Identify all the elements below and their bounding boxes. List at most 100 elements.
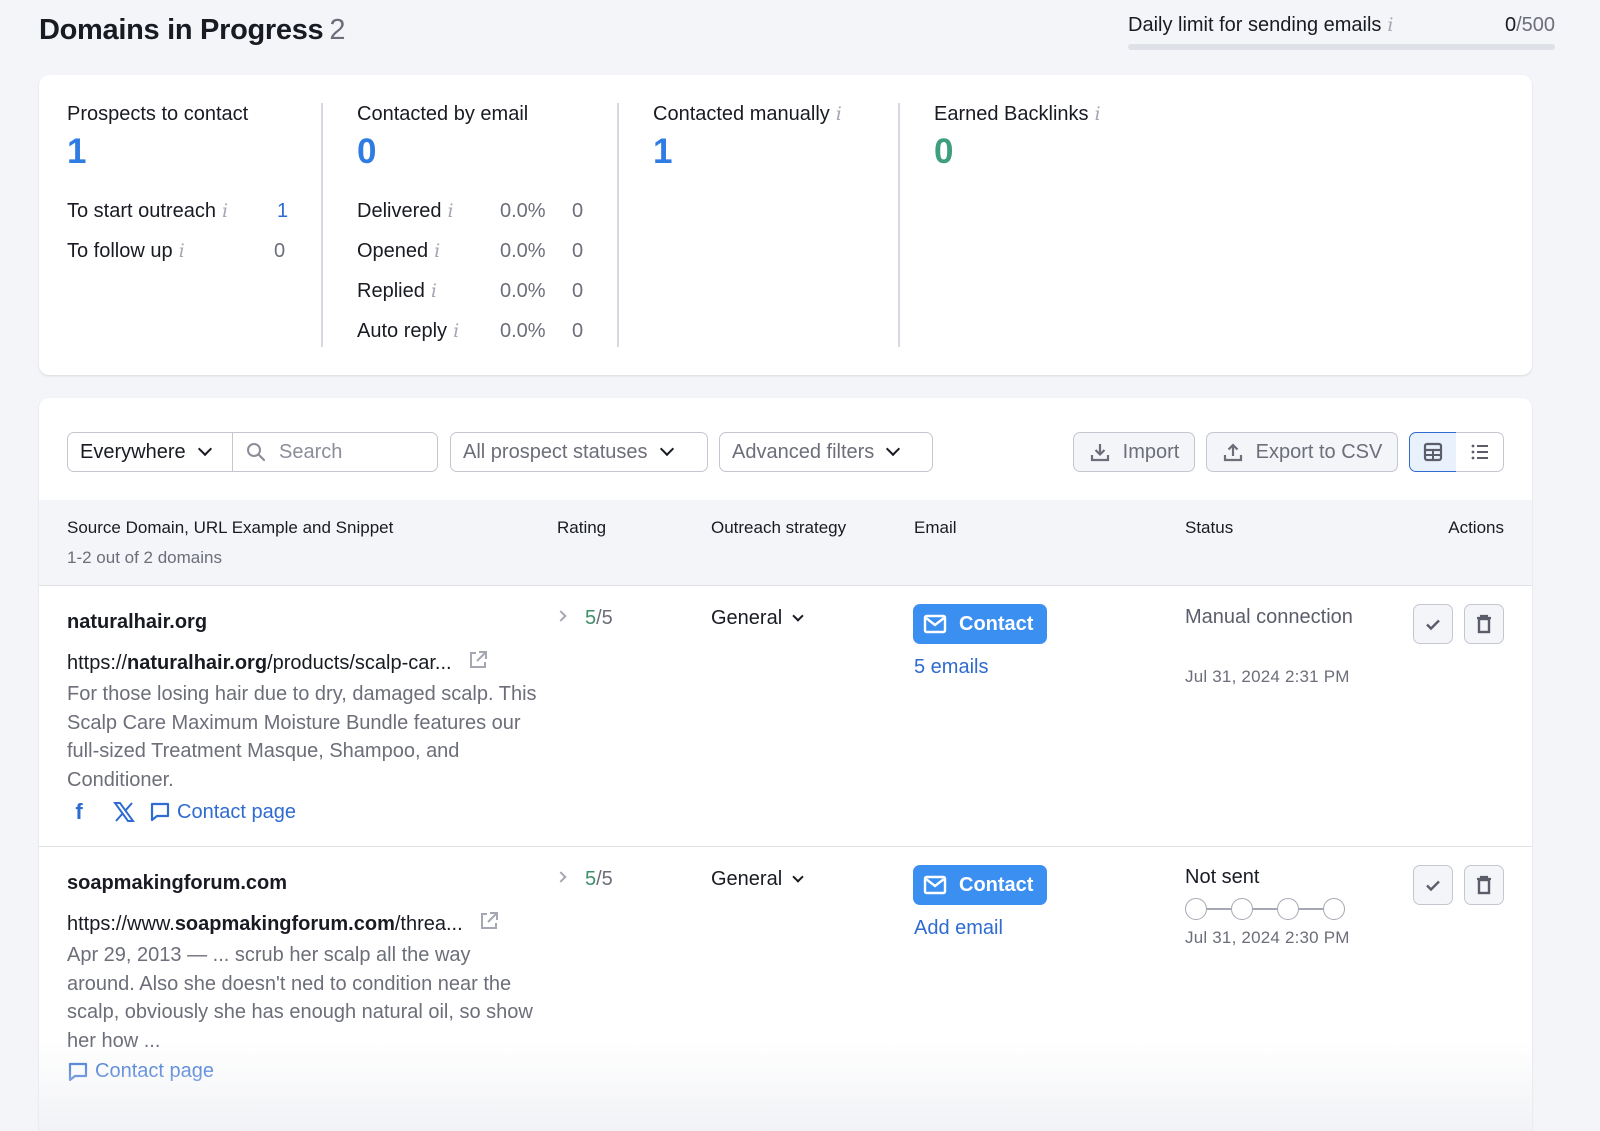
export-csv-button[interactable]: Export to CSV <box>1206 432 1398 472</box>
social-links: f Contact page <box>67 799 296 825</box>
step-connector <box>1207 908 1231 910</box>
chat-bubble-icon <box>150 802 170 822</box>
rating[interactable]: 5/5 <box>555 868 613 891</box>
info-icon[interactable]: i <box>453 311 459 351</box>
add-email-link[interactable]: Add email <box>914 917 1003 940</box>
contact-button[interactable]: Contact <box>913 865 1047 905</box>
external-link-icon[interactable] <box>467 649 489 671</box>
check-icon <box>1426 880 1440 892</box>
top-bar: Domains in Progress 2 Daily limit for sen… <box>39 14 1555 54</box>
snippet: Apr 29, 2013 — ... scrub her scalp all t… <box>67 944 533 1052</box>
strategy-select[interactable]: General <box>711 607 804 630</box>
stat-by-email: Contacted by email 0 Delivered i 0.0% 0 Ope… <box>321 103 601 347</box>
stat-row-follow-up: To follow up i 0 <box>67 231 307 271</box>
daily-limit-label: Daily limit for sending emails <box>1128 14 1382 36</box>
mark-done-button[interactable] <box>1413 604 1453 644</box>
trash-icon <box>1477 875 1491 895</box>
facebook-icon[interactable]: f <box>67 799 91 825</box>
stat-row-auto-reply: Auto reply i 0.0% 0 <box>357 311 601 351</box>
domain-name: naturalhair.org <box>67 611 208 633</box>
url-example[interactable]: https://www.soapmakingforum.com/threa... <box>67 910 500 936</box>
stat-value[interactable]: 1 <box>67 134 307 169</box>
import-button[interactable]: Import <box>1073 432 1195 472</box>
daily-limit-value: 0/500 <box>1504 14 1555 36</box>
search-icon <box>247 443 266 462</box>
social-links: Contact page <box>67 1060 214 1083</box>
status-filter-select[interactable]: All prospect statuses <box>450 432 708 472</box>
scope-select[interactable]: Everywhere <box>67 432 233 472</box>
step-dot <box>1323 898 1345 920</box>
stat-title: Earned Backlinks i <box>934 103 1101 125</box>
mark-done-button[interactable] <box>1413 865 1453 905</box>
step-dot <box>1277 898 1299 920</box>
page-title: Domains in Progress 2 <box>39 14 346 46</box>
external-link-icon[interactable] <box>478 910 500 932</box>
info-icon[interactable]: i <box>836 103 842 125</box>
column-email[interactable]: Email <box>914 518 957 538</box>
download-icon <box>1090 444 1109 462</box>
search-input[interactable]: Search <box>232 432 438 472</box>
search-placeholder: Search <box>279 440 343 463</box>
info-icon[interactable]: i <box>179 231 185 271</box>
domains-count: 2 <box>329 14 346 46</box>
x-twitter-icon[interactable] <box>113 802 135 822</box>
upload-icon <box>1223 443 1242 462</box>
info-icon[interactable]: i <box>447 191 453 231</box>
stat-value: 0 <box>934 132 954 171</box>
emails-link[interactable]: 5 emails <box>914 656 988 679</box>
table-row: naturalhair.org https://naturalhair.org/… <box>39 587 1532 847</box>
stat-prospects: Prospects to contact 1 To start outreach… <box>67 103 307 271</box>
chevron-down-icon <box>659 441 674 457</box>
stat-row-delivered: Delivered i 0.0% 0 <box>357 191 601 231</box>
rating[interactable]: 5/5 <box>555 607 613 630</box>
table-row: soapmakingforum.com https://www.soapmaki… <box>39 848 1532 1131</box>
domains-range: 1-2 out of 2 domains <box>67 548 222 567</box>
contact-button[interactable]: Contact <box>913 604 1047 644</box>
step-connector <box>1253 908 1277 910</box>
contact-page-link[interactable]: Contact page <box>95 1060 214 1083</box>
column-rating[interactable]: Rating <box>557 518 606 538</box>
info-icon[interactable]: i <box>222 191 228 231</box>
stat-backlinks: Earned Backlinks i 0 <box>898 103 1198 347</box>
column-status[interactable]: Status <box>1185 518 1233 538</box>
stat-title: Prospects to contact <box>67 103 249 125</box>
domain-name: soapmakingforum.com <box>67 872 288 894</box>
sequence-steps <box>1185 898 1345 920</box>
chevron-down-icon <box>792 871 804 883</box>
advanced-filters-button[interactable]: Advanced filters <box>719 432 933 472</box>
chat-bubble-icon <box>68 1062 88 1081</box>
contact-page-link[interactable]: Contact page <box>177 801 296 824</box>
chevron-right-icon <box>555 610 567 622</box>
info-icon[interactable]: i <box>1387 14 1393 36</box>
step-connector <box>1299 908 1323 910</box>
info-icon[interactable]: i <box>431 271 437 311</box>
chevron-down-icon <box>886 441 901 457</box>
stat-row-start-outreach: To start outreach i 1 <box>67 191 307 231</box>
snippet: For those losing hair due to dry, damage… <box>67 683 537 791</box>
column-source[interactable]: Source Domain, URL Example and Snippet <box>67 518 393 538</box>
table-view-toggle[interactable] <box>1409 432 1457 472</box>
stats-card: Prospects to contact 1 To start outreach… <box>39 75 1532 375</box>
info-icon[interactable]: i <box>1095 103 1101 125</box>
stat-value[interactable]: 1 <box>653 134 897 169</box>
domains-table-card: Everywhere Search All prospect statuses … <box>39 398 1532 1131</box>
url-example[interactable]: https://naturalhair.org/products/scalp-c… <box>67 649 489 675</box>
daily-limit: Daily limit for sending emails i 0/500 <box>1128 14 1555 50</box>
table-icon <box>1423 442 1443 462</box>
step-dot <box>1185 898 1207 920</box>
strategy-select[interactable]: General <box>711 868 804 891</box>
status-date: Jul 31, 2024 2:31 PM <box>1185 667 1350 686</box>
delete-button[interactable] <box>1464 865 1504 905</box>
table-header: Source Domain, URL Example and Snippet 1… <box>39 500 1532 586</box>
stat-row-replied: Replied i 0.0% 0 <box>357 271 601 311</box>
mail-icon <box>923 614 947 634</box>
stat-title: Contacted manually i <box>653 103 842 125</box>
stat-title: Contacted by email <box>357 103 529 125</box>
status-text: Not sent <box>1185 866 1260 888</box>
info-icon[interactable]: i <box>434 231 440 271</box>
list-view-toggle[interactable] <box>1456 432 1504 472</box>
delete-button[interactable] <box>1464 604 1504 644</box>
column-strategy[interactable]: Outreach strategy <box>711 518 846 538</box>
mail-icon <box>923 875 947 895</box>
column-actions: Actions <box>1448 518 1504 537</box>
